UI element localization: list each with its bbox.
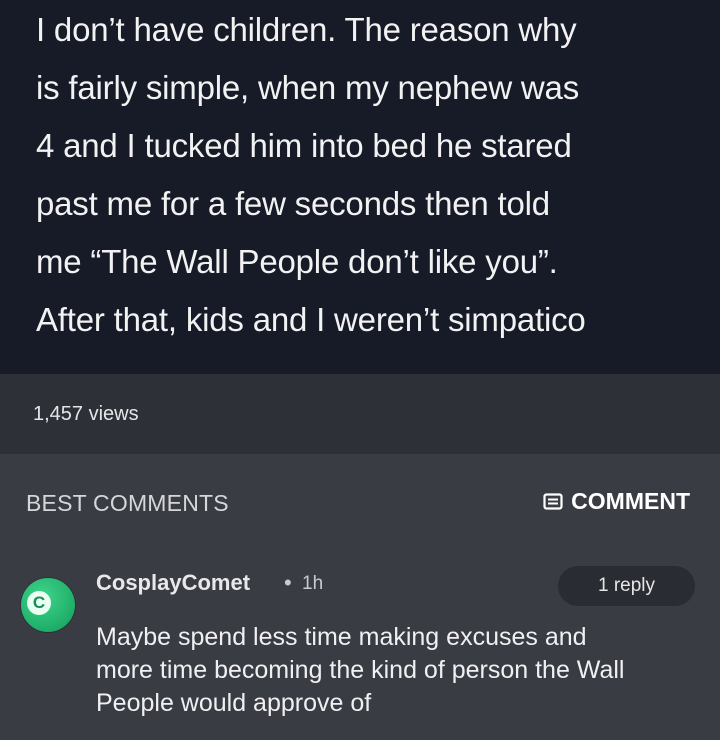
- avatar[interactable]: C: [21, 578, 75, 632]
- comment-text-line: Maybe spend less time making excuses and: [96, 623, 587, 651]
- post-text-line: me “The Wall People don’t like you”.: [36, 243, 558, 280]
- comment-button[interactable]: COMMENT: [543, 488, 690, 515]
- post-text-line: past me for a few seconds then told: [36, 185, 550, 222]
- comment-text-line: more time becoming the kind of person th…: [96, 656, 625, 684]
- view-count: 1,457 views: [33, 403, 139, 425]
- comment-text-line: People would approve of: [96, 689, 372, 717]
- avatar-letter: C: [27, 591, 51, 615]
- comment-username[interactable]: CosplayComet: [96, 570, 250, 596]
- comment-time: 1h: [302, 573, 324, 594]
- comments-section: BEST COMMENTS COMMENT C CosplayComet • 1…: [0, 454, 720, 740]
- post-card: I don’t have children. The reason why is…: [0, 0, 720, 374]
- best-comments-header: BEST COMMENTS: [26, 490, 229, 516]
- post-text-line: is fairly simple, when my nephew was: [36, 69, 580, 106]
- reply-count-button[interactable]: 1 reply: [558, 566, 695, 606]
- views-bar: 1,457 views: [0, 374, 720, 454]
- comment-button-label: COMMENT: [571, 488, 690, 514]
- post-text-line: 4 and I tucked him into bed he stared: [36, 127, 572, 164]
- post-text-line: I don’t have children. The reason why: [36, 11, 577, 48]
- comment-icon: [543, 492, 563, 510]
- separator-dot: •: [284, 570, 292, 595]
- post-text-line: After that, kids and I weren’t simpatico: [36, 301, 586, 338]
